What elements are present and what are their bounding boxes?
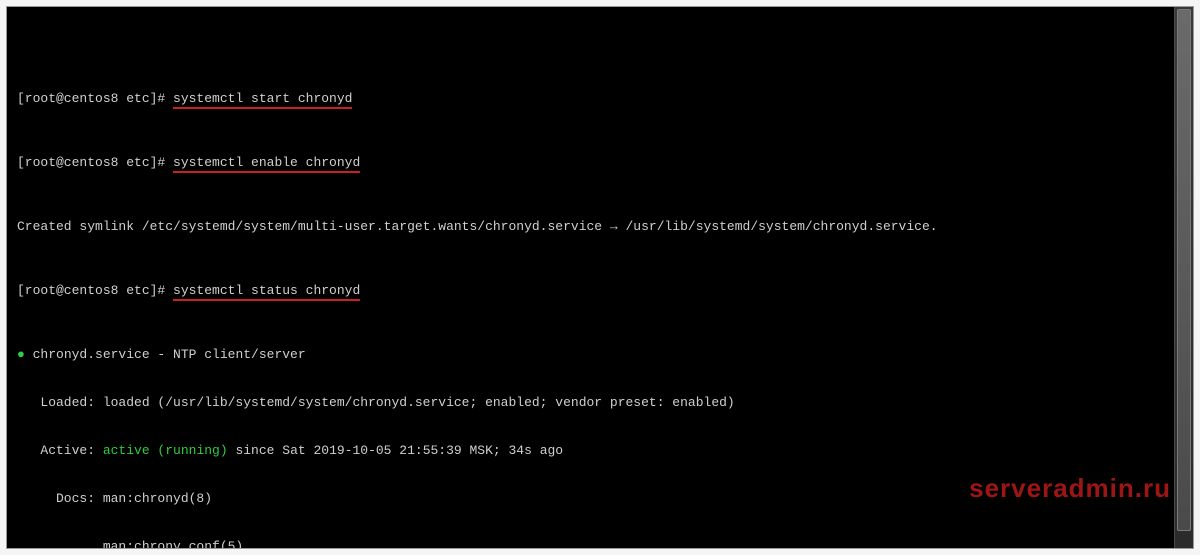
terminal-line: [root@centos8 etc]# systemctl enable chr… bbox=[17, 155, 1187, 171]
terminal-line: [root@centos8 etc]# systemctl start chro… bbox=[17, 91, 1187, 107]
status-active: Active: active (running) since Sat 2019-… bbox=[17, 443, 1187, 459]
bullet-icon: ● bbox=[17, 347, 33, 362]
scrollbar-thumb[interactable] bbox=[1177, 9, 1191, 531]
status-docs: Docs: man:chronyd(8) bbox=[17, 491, 1187, 507]
shell-prompt: [root@centos8 etc]# bbox=[17, 91, 173, 106]
scrollbar-vertical[interactable] bbox=[1174, 7, 1193, 548]
status-unit-text: chronyd.service - NTP client/server bbox=[33, 347, 306, 362]
output-symlink: Created symlink /etc/systemd/system/mult… bbox=[17, 219, 1187, 235]
status-active-label: Active: bbox=[17, 443, 103, 458]
command-enable-chronyd: systemctl enable chronyd bbox=[173, 155, 360, 173]
status-active-value: active (running) bbox=[103, 443, 228, 458]
shell-prompt: [root@centos8 etc]# bbox=[17, 155, 173, 170]
command-status-chronyd: systemctl status chronyd bbox=[173, 283, 360, 301]
status-loaded: Loaded: loaded (/usr/lib/systemd/system/… bbox=[17, 395, 1187, 411]
terminal-line: [root@centos8 etc]# systemctl status chr… bbox=[17, 283, 1187, 299]
terminal-window[interactable]: [root@centos8 etc]# systemctl start chro… bbox=[6, 6, 1194, 549]
shell-prompt: [root@centos8 etc]# bbox=[17, 283, 173, 298]
status-docs: man:chrony.conf(5) bbox=[17, 539, 1187, 549]
status-unit: ● chronyd.service - NTP client/server bbox=[17, 347, 1187, 363]
status-active-since: since Sat 2019-10-05 21:55:39 MSK; 34s a… bbox=[228, 443, 563, 458]
command-start-chronyd: systemctl start chronyd bbox=[173, 91, 352, 109]
